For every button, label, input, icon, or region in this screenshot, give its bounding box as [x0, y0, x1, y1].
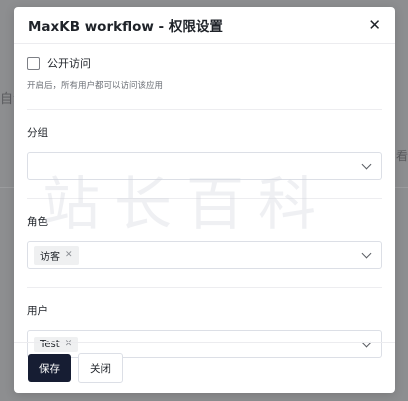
background-text-right: 看 [395, 149, 408, 163]
public-access-row[interactable]: 公开访问 [27, 55, 382, 71]
divider [27, 109, 382, 110]
role-tag-label: 访客 [40, 251, 60, 263]
divider [27, 287, 382, 288]
role-tag: 访客 ✕ [34, 245, 79, 265]
divider [27, 198, 382, 199]
close-icon[interactable]: ✕ [368, 17, 381, 33]
save-button[interactable]: 保存 [28, 354, 71, 382]
dialog-footer: 保存 关闭 [14, 342, 395, 393]
user-label: 用户 [27, 305, 48, 317]
chevron-down-icon[interactable] [361, 159, 372, 169]
group-select[interactable] [27, 152, 382, 180]
close-button[interactable]: 关闭 [78, 353, 123, 383]
tag-close-icon[interactable]: ✕ [65, 250, 73, 260]
chevron-down-icon[interactable] [361, 248, 372, 258]
group-label: 分组 [27, 127, 48, 139]
public-access-hint: 开启后，所有用户都可以访问该应用 [27, 81, 164, 91]
dialog-title: MaxKB workflow - 权限设置 [28, 19, 223, 35]
role-label: 角色 [27, 216, 48, 228]
public-access-checkbox[interactable] [27, 56, 40, 70]
permission-settings-dialog: MaxKB workflow - 权限设置 ✕ 公开访问 开启后，所有用户都可以… [14, 7, 395, 393]
role-select[interactable]: 访客 ✕ [27, 241, 382, 269]
dialog-header: MaxKB workflow - 权限设置 ✕ [14, 7, 395, 44]
public-access-label[interactable]: 公开访问 [47, 55, 91, 71]
